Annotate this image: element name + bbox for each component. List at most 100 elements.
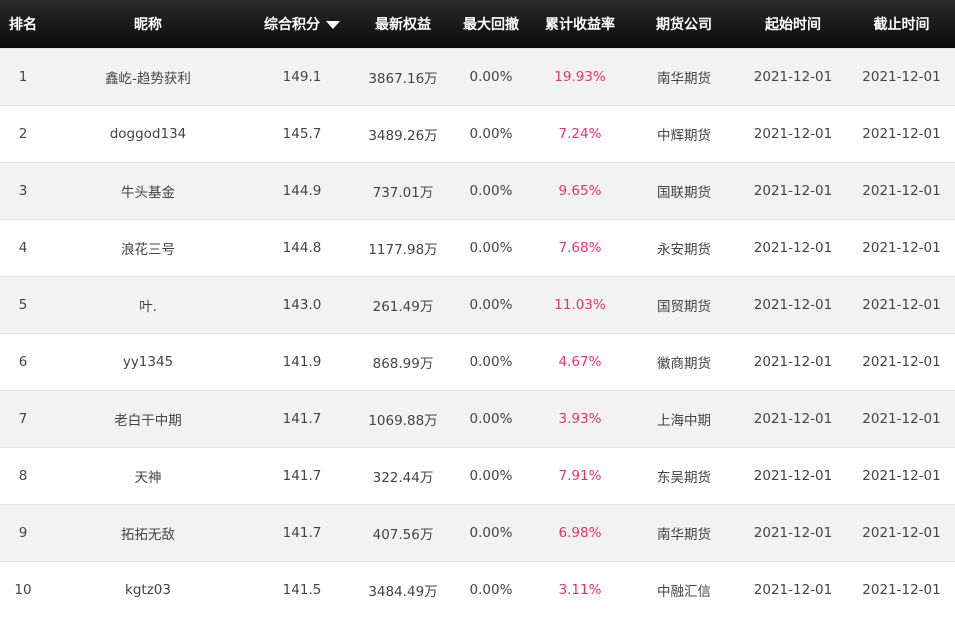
- rank-cell: 3: [18, 182, 28, 199]
- cum-return-cell: 6.98%: [558, 524, 602, 541]
- header-nickname[interactable]: 昵称: [46, 0, 250, 48]
- start-time-cell: 2021-12-01: [753, 125, 833, 142]
- broker-cell: 中辉期货: [657, 127, 711, 144]
- nickname-cell[interactable]: yy1345: [46, 333, 250, 390]
- nickname-cell[interactable]: 天神: [46, 447, 250, 504]
- table-row[interactable]: 7 老白干中期 141.7 1069.88万 0.00% 3.93% 上海中期 2021-12…: [0, 390, 955, 447]
- cum-return-cell: 3.11%: [558, 581, 602, 598]
- rank-cell: 10: [14, 581, 32, 598]
- nickname-cell[interactable]: 牛头基金: [46, 162, 250, 219]
- header-score[interactable]: 综合积分: [250, 0, 354, 48]
- start-time-cell: 2021-12-01: [753, 353, 833, 370]
- rank-cell: 2: [18, 125, 28, 142]
- ranking-table: 排名 昵称 综合积分 最新权益 最大回撤 累计收益率 期货公司 起始时间 截止时…: [0, 0, 955, 618]
- rank-cell: 1: [18, 68, 28, 85]
- header-rank[interactable]: 排名: [0, 0, 46, 48]
- broker-cell: 南华期货: [657, 70, 711, 87]
- cum-return-cell: 4.67%: [558, 353, 602, 370]
- header-start-time[interactable]: 起始时间: [738, 0, 848, 48]
- score-cell: 143.0: [282, 296, 322, 313]
- header-max-drawdown[interactable]: 最大回撤: [452, 0, 530, 48]
- score-cell: 145.7: [282, 125, 322, 142]
- end-time-cell: 2021-12-01: [862, 581, 941, 598]
- cum-return-cell: 7.91%: [558, 467, 602, 484]
- start-time-cell: 2021-12-01: [753, 581, 833, 598]
- table-row[interactable]: 6 yy1345 141.9 868.99万 0.00% 4.67% 徽商期货 2021-12…: [0, 333, 955, 390]
- score-cell: 141.7: [282, 467, 322, 484]
- nickname-cell[interactable]: 老白干中期: [46, 390, 250, 447]
- table-row[interactable]: 2 doggod134 145.7 3489.26万 0.00% 7.24% 中辉期货 202…: [0, 105, 955, 162]
- start-time-cell: 2021-12-01: [753, 239, 833, 256]
- equity-cell: 322.44万: [372, 469, 434, 486]
- cum-return-cell: 7.24%: [558, 125, 602, 142]
- table-row[interactable]: 5 叶. 143.0 261.49万 0.00% 11.03% 国贸期货 2021-12-01…: [0, 276, 955, 333]
- nickname-cell[interactable]: 叶.: [46, 276, 250, 333]
- table-row[interactable]: 10 kgtz03 141.5 3484.49万 0.00% 3.11% 中融汇信 2021-…: [0, 561, 955, 618]
- end-time-cell: 2021-12-01: [862, 68, 941, 85]
- header-equity[interactable]: 最新权益: [354, 0, 452, 48]
- score-cell: 141.7: [282, 524, 322, 541]
- equity-cell: 1177.98万: [368, 241, 438, 258]
- equity-cell: 261.49万: [372, 298, 434, 315]
- broker-cell: 南华期货: [657, 526, 711, 543]
- nickname-cell[interactable]: 浪花三号: [46, 219, 250, 276]
- broker-cell: 国联期货: [657, 184, 711, 201]
- score-cell: 141.5: [282, 581, 322, 598]
- broker-cell: 永安期货: [657, 241, 711, 258]
- equity-cell: 407.56万: [372, 526, 434, 543]
- max-drawdown-cell: 0.00%: [469, 239, 513, 256]
- cum-return-cell: 7.68%: [558, 239, 602, 256]
- end-time-cell: 2021-12-01: [862, 239, 941, 256]
- header-broker[interactable]: 期货公司: [630, 0, 738, 48]
- start-time-cell: 2021-12-01: [753, 68, 833, 85]
- table-row[interactable]: 8 天神 141.7 322.44万 0.00% 7.91% 东吴期货 2021-12-01 2…: [0, 447, 955, 504]
- nickname-cell[interactable]: 鑫屹-趋势获利: [46, 48, 250, 105]
- broker-cell: 东吴期货: [657, 469, 711, 486]
- table-row[interactable]: 9 拓拓无敌 141.7 407.56万 0.00% 6.98% 南华期货 2021-12-0…: [0, 504, 955, 561]
- broker-cell: 徽商期货: [657, 355, 711, 372]
- nickname-cell[interactable]: doggod134: [46, 105, 250, 162]
- table-row[interactable]: 1 鑫屹-趋势获利 149.1 3867.16万 0.00% 19.93% 南华期货 2021…: [0, 48, 955, 105]
- equity-cell: 737.01万: [372, 184, 434, 201]
- end-time-cell: 2021-12-01: [862, 467, 941, 484]
- table-body: 1 鑫屹-趋势获利 149.1 3867.16万 0.00% 19.93% 南华期货 2021…: [0, 48, 955, 618]
- cum-return-cell: 11.03%: [554, 296, 606, 313]
- nickname-cell[interactable]: kgtz03: [46, 561, 250, 618]
- score-cell: 144.8: [282, 239, 322, 256]
- score-cell: 141.7: [282, 410, 322, 427]
- rank-cell: 4: [18, 239, 28, 256]
- cum-return-cell: 19.93%: [554, 68, 606, 85]
- max-drawdown-cell: 0.00%: [469, 125, 513, 142]
- broker-cell: 国贸期货: [657, 298, 711, 315]
- nickname-cell[interactable]: 拓拓无敌: [46, 504, 250, 561]
- start-time-cell: 2021-12-01: [753, 524, 833, 541]
- header-end-time[interactable]: 截止时间: [848, 0, 955, 48]
- table-row[interactable]: 3 牛头基金 144.9 737.01万 0.00% 9.65% 国联期货 2021-12-0…: [0, 162, 955, 219]
- start-time-cell: 2021-12-01: [753, 296, 833, 313]
- table-header: 排名 昵称 综合积分 最新权益 最大回撤 累计收益率 期货公司 起始时间 截止时…: [0, 0, 955, 48]
- table-row[interactable]: 4 浪花三号 144.8 1177.98万 0.00% 7.68% 永安期货 2021-12-…: [0, 219, 955, 276]
- equity-cell: 1069.88万: [368, 412, 438, 429]
- header-cum-return[interactable]: 累计收益率: [530, 0, 630, 48]
- max-drawdown-cell: 0.00%: [469, 581, 513, 598]
- max-drawdown-cell: 0.00%: [469, 68, 513, 85]
- rank-cell: 9: [18, 524, 28, 541]
- equity-cell: 3484.49万: [368, 583, 438, 600]
- score-cell: 149.1: [282, 68, 322, 85]
- start-time-cell: 2021-12-01: [753, 467, 833, 484]
- equity-cell: 868.99万: [372, 355, 434, 372]
- rank-cell: 6: [18, 353, 28, 370]
- max-drawdown-cell: 0.00%: [469, 467, 513, 484]
- end-time-cell: 2021-12-01: [862, 296, 941, 313]
- end-time-cell: 2021-12-01: [862, 125, 941, 142]
- max-drawdown-cell: 0.00%: [469, 296, 513, 313]
- end-time-cell: 2021-12-01: [862, 524, 941, 541]
- sort-desc-icon: [326, 20, 340, 29]
- broker-cell: 上海中期: [657, 412, 711, 429]
- end-time-cell: 2021-12-01: [862, 353, 941, 370]
- rank-cell: 5: [18, 296, 28, 313]
- end-time-cell: 2021-12-01: [862, 410, 941, 427]
- score-cell: 141.9: [282, 353, 322, 370]
- max-drawdown-cell: 0.00%: [469, 524, 513, 541]
- cum-return-cell: 3.93%: [558, 410, 602, 427]
